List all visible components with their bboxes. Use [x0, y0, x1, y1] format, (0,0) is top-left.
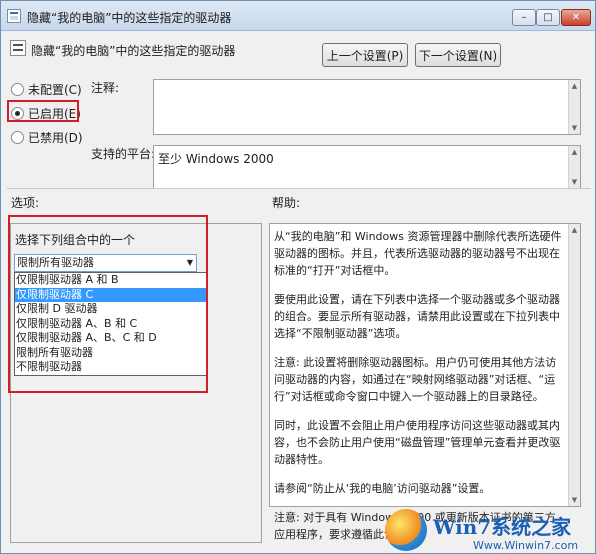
help-scrollbar[interactable]: ▲ ▼	[568, 224, 580, 506]
minimize-button[interactable]: –	[512, 9, 536, 26]
radio-circle[interactable]	[11, 83, 24, 96]
help-paragraph: 注意: 此设置将删除驱动器图标。用户仍可使用其他方法访问驱动器的内容，如通过在“…	[274, 356, 557, 403]
help-paragraph: 要使用此设置，请在下列表中选择一个驱动器或多个驱动器的组合。要显示所有驱动器，请…	[274, 293, 560, 340]
setting-title: 隐藏“我的电脑”中的这些指定的驱动器	[31, 44, 236, 58]
help-heading: 帮助:	[272, 196, 301, 210]
scroll-down-icon[interactable]: ▼	[569, 494, 580, 506]
enabled-highlight-box	[7, 100, 79, 122]
previous-setting-button[interactable]: 上一个设置(P)	[322, 43, 408, 67]
scroll-up-icon[interactable]: ▲	[569, 224, 580, 236]
radio-label: 已禁用(D)	[28, 131, 83, 145]
scroll-down-icon[interactable]: ▼	[569, 176, 580, 188]
comment-textarea[interactable]: ▲ ▼	[153, 79, 581, 135]
title-bar[interactable]: 隐藏“我的电脑”中的这些指定的驱动器 – □ ✕	[1, 1, 595, 31]
platform-label: 支持的平台:	[91, 147, 156, 161]
windows-logo-icon	[385, 509, 427, 551]
radio-circle[interactable]	[11, 131, 24, 144]
platform-value: 至少 Windows 2000	[158, 152, 274, 166]
scroll-down-icon[interactable]: ▼	[569, 122, 580, 134]
radio-not-configured[interactable]: 未配置(C)	[11, 81, 82, 98]
platform-box: 至少 Windows 2000 ▲ ▼	[153, 145, 581, 189]
next-setting-button[interactable]: 下一个设置(N)	[415, 43, 501, 67]
options-highlight-box	[8, 215, 208, 393]
help-panel[interactable]: 从“我的电脑”和 Windows 资源管理器中删除代表所选硬件驱动器的图标。并且…	[269, 223, 581, 541]
window-title: 隐藏“我的电脑”中的这些指定的驱动器	[27, 11, 232, 25]
platform-scrollbar[interactable]: ▲ ▼	[568, 146, 580, 188]
radio-disabled[interactable]: 已禁用(D)	[11, 129, 83, 146]
policy-app-icon	[7, 9, 21, 23]
help-paragraph: 从“我的电脑”和 Windows 资源管理器中删除代表所选硬件驱动器的图标。并且…	[274, 230, 562, 277]
scroll-up-icon[interactable]: ▲	[569, 80, 580, 92]
policy-dialog: 隐藏“我的电脑”中的这些指定的驱动器 – □ ✕ 隐藏“我的电脑”中的这些指定的…	[0, 0, 596, 554]
help-paragraph: 同时，此设置不会阻止用户使用程序访问这些驱动器或其内容，也不会防止用户使用“磁盘…	[274, 419, 561, 466]
options-heading: 选项:	[11, 196, 40, 210]
scroll-up-icon[interactable]: ▲	[569, 146, 580, 158]
maximize-button[interactable]: □	[536, 9, 560, 26]
setting-icon	[10, 40, 26, 56]
comment-label: 注释:	[91, 81, 120, 95]
close-button[interactable]: ✕	[561, 9, 591, 26]
comment-scrollbar[interactable]: ▲ ▼	[568, 80, 580, 134]
watermark-brand: Win7系统之家	[433, 515, 572, 539]
watermark-logo: Win7系统之家 Www.Winwin7.com	[381, 507, 596, 554]
radio-label: 未配置(C)	[28, 83, 82, 97]
watermark-url: Www.Winwin7.com	[473, 539, 579, 552]
divider	[7, 188, 591, 189]
help-paragraph: 请参阅“防止从‘我的电脑’访问驱动器”设置。	[274, 482, 491, 495]
